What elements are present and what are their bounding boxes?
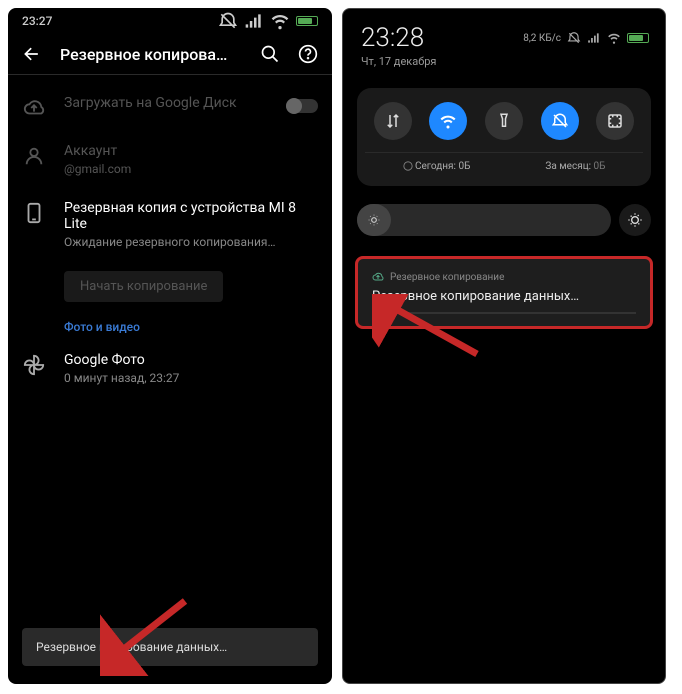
search-icon[interactable] [260,44,280,64]
info-icon [403,161,413,171]
gphoto-sub: 0 минут назад, 23:27 [64,371,318,385]
back-icon[interactable] [22,44,42,64]
start-backup-button[interactable]: Начать копирование [64,271,223,302]
page-title: Резервное копирова… [60,45,242,64]
shade-status-icons: 8,2 КБ/с [523,31,649,45]
today-label: Сегодня: [415,161,456,172]
gphoto-title: Google Фото [64,352,318,368]
gphoto-row[interactable]: Google Фото 0 минут назад, 23:27 [22,340,318,397]
qs-flashlight[interactable] [485,102,523,140]
battery-icon [627,33,649,43]
today-value: 0Б [458,161,470,172]
qs-screenshot[interactable] [596,102,634,140]
upload-row[interactable]: Загружать на Google Диск [22,83,318,131]
device-sub: Ожидание резервного копирования… [64,235,318,249]
month-label: За месяц: [545,161,591,172]
device-title: Резервная копия с устройства MI 8 Lite [64,200,318,232]
settings-list: Загружать на Google Диск Аккаунт @gmail.… [8,75,332,405]
sun-icon [627,212,643,228]
net-speed: 8,2 КБ/с [523,33,561,44]
notif-progress [372,312,636,314]
dnd-icon [218,11,238,31]
pinwheel-icon [23,354,45,376]
account-icon [23,145,45,167]
shade-header: 23:28 Чт, 17 декабря 8,2 КБ/с [343,9,665,76]
auto-brightness-button[interactable] [619,204,651,236]
qs-mobile-data[interactable] [374,102,412,140]
settings-screen: 23:27 Резервное копирова… Загружать на G… [8,8,332,684]
data-usage[interactable]: Сегодня: 0Б За месяц: 0Б [365,152,643,172]
notif-title: Резервное копирование данных… [372,289,636,304]
app-header: Резервное копирова… [8,34,332,75]
brightness-slider[interactable] [357,204,651,236]
account-row[interactable]: Аккаунт @gmail.com [22,131,318,188]
signal-icon [244,11,264,31]
signal-icon [587,31,601,45]
status-icons [218,11,318,31]
qs-wifi[interactable] [429,102,467,140]
media-section-label: Фото и видео [22,302,318,340]
upload-label: Загружать на Google Диск [64,95,268,111]
device-backup-row[interactable]: Резервная копия с устройства MI 8 Lite О… [22,188,318,261]
status-time: 23:27 [22,14,52,28]
shade-date: Чт, 17 декабря [361,55,647,68]
notif-app-row: Резервное копирование [372,271,636,283]
notification-shade: 23:28 Чт, 17 декабря 8,2 КБ/с Сегодня: 0… [342,8,666,684]
upload-toggle[interactable] [286,99,318,113]
help-icon[interactable] [298,44,318,64]
month-value: 0Б [594,161,606,172]
qs-tiles [365,102,643,140]
sun-low-icon [367,213,381,227]
dnd-icon [567,31,581,45]
account-label: Аккаунт [64,143,318,159]
qs-dnd[interactable] [541,102,579,140]
quick-settings-panel: Сегодня: 0Б За месяц: 0Б [357,88,651,186]
backup-toast: Резервное копирование данных… [22,628,318,666]
battery-icon [296,16,318,26]
wifi-icon [270,11,290,31]
wifi-icon [607,31,621,45]
backup-notification[interactable]: Резервное копирование Резервное копирова… [355,256,653,329]
account-email: @gmail.com [64,162,318,176]
cloud-upload-icon [372,271,384,283]
phone-icon [23,202,45,224]
cloud-upload-icon [23,97,45,119]
notif-app-name: Резервное копирование [390,272,504,283]
status-bar: 23:27 [8,8,332,34]
